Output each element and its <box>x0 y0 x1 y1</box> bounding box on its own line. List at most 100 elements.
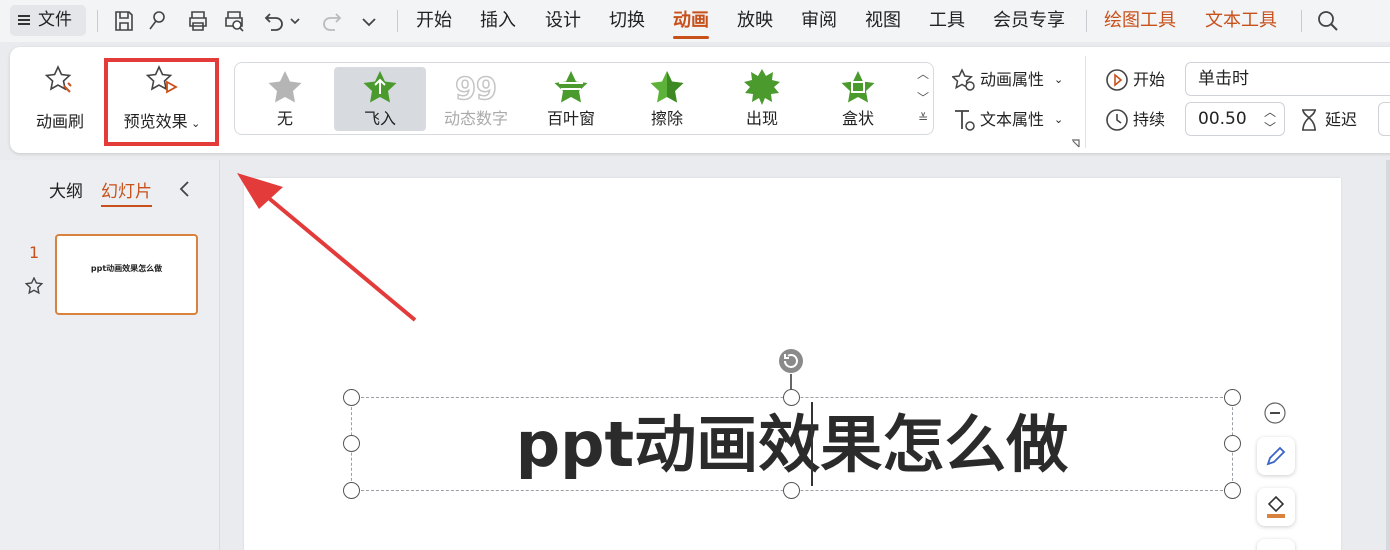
duration-label: 持续 <box>1133 110 1166 129</box>
undo-dropdown-icon[interactable] <box>288 9 302 33</box>
gallery-item-box[interactable]: 盒状 <box>812 67 904 131</box>
text-caret <box>811 402 813 486</box>
stepper-down-icon[interactable]: ﹀ <box>1264 112 1276 144</box>
collapse-panel-icon[interactable] <box>178 180 192 198</box>
tab-outline[interactable]: 大纲 <box>49 177 83 202</box>
gallery-label: 出现 <box>745 109 778 128</box>
tab-member[interactable]: 会员专享 <box>993 0 1065 42</box>
animation-gallery: 无 飞入 99 动态数字 百叶窗 擦除 出现 盒状 ︿ ﹀ ≚ <box>234 62 934 135</box>
gallery-item-blinds[interactable]: 百叶窗 <box>525 67 617 131</box>
print-preview-icon[interactable] <box>222 9 246 33</box>
divider <box>1301 10 1302 32</box>
text-properties-label: 文本属性 <box>980 110 1045 129</box>
file-menu-label: 文件 <box>38 10 72 30</box>
gallery-label: 百叶窗 <box>546 109 595 128</box>
tab-slideshow[interactable]: 放映 <box>737 0 773 42</box>
star-fly-in-icon <box>363 71 397 103</box>
gallery-label: 动态数字 <box>443 109 508 128</box>
tab-tools[interactable]: 工具 <box>929 0 965 42</box>
tab-insert[interactable]: 插入 <box>480 0 516 42</box>
resize-handle[interactable] <box>783 389 800 406</box>
tab-view[interactable]: 视图 <box>865 0 901 42</box>
star-box-icon <box>841 71 875 103</box>
star-gear-icon <box>952 68 975 91</box>
right-scrollbar[interactable] <box>1386 160 1390 550</box>
duration-value: 00.50 <box>1198 109 1247 129</box>
tab-drawing-tools[interactable]: 绘图工具 <box>1104 0 1176 42</box>
gallery-label: 盒状 <box>841 109 874 128</box>
divider <box>97 10 98 32</box>
tab-design[interactable]: 设计 <box>545 0 581 42</box>
star-blinds-icon <box>554 71 588 103</box>
tab-animation[interactable]: 动画 <box>673 0 709 42</box>
rotate-handle-icon[interactable] <box>777 347 805 375</box>
print-icon[interactable] <box>186 9 210 33</box>
start-select[interactable]: 单击时 <box>1185 62 1390 96</box>
hamburger-icon <box>18 14 30 26</box>
start-label: 开始 <box>1133 70 1166 89</box>
style-tool-button[interactable] <box>1257 437 1295 475</box>
gallery-scroll-up-icon[interactable]: ︿ <box>915 65 931 82</box>
tab-review[interactable]: 审阅 <box>801 0 837 42</box>
duration-label-group: 持续 <box>1105 107 1175 133</box>
gallery-item-wipe[interactable]: 擦除 <box>621 67 713 131</box>
gallery-label: 擦除 <box>650 109 683 128</box>
dynamic-number-icon: 99 <box>456 71 496 105</box>
hourglass-icon <box>1302 109 1316 131</box>
divider <box>1085 56 1086 148</box>
gallery-item-appear[interactable]: 出现 <box>716 67 808 131</box>
format-painter-icon[interactable] <box>145 9 169 33</box>
star-gray-icon <box>268 71 302 103</box>
thumbnail-title: ppt动画效果怎么做 <box>90 264 163 273</box>
tab-transition[interactable]: 切换 <box>609 0 645 42</box>
delay-label-group: 延迟 <box>1297 107 1377 133</box>
dialog-launcher-icon[interactable] <box>1071 139 1080 148</box>
duration-input[interactable]: 00.50 ︿ ﹀ <box>1185 102 1285 136</box>
more-tool-button[interactable] <box>1257 539 1295 550</box>
gallery-item-fly-in[interactable]: 飞入 <box>334 67 426 131</box>
chevron-down-icon: ⌄ <box>1054 73 1064 86</box>
gallery-expand-icon[interactable]: ≚ <box>915 111 931 125</box>
gallery-scroll-down-icon[interactable]: ﹀ <box>915 89 931 106</box>
animation-painter-button[interactable]: 动画刷 <box>22 64 98 132</box>
file-menu-button[interactable]: 文件 <box>10 5 86 36</box>
menu-bar: 文件 开始 插入 设计 切换 动画 放映 审阅 视图 工具 会员专享 绘图工具 … <box>0 0 1390 42</box>
tab-slides[interactable]: 幻灯片 <box>101 177 152 207</box>
undo-icon[interactable] <box>262 9 286 33</box>
text-gear-icon <box>955 110 975 131</box>
gallery-label: 无 <box>276 109 293 128</box>
resize-handle[interactable] <box>343 389 360 406</box>
fill-tool-button[interactable] <box>1257 488 1295 526</box>
rotate-handle-line <box>790 374 792 390</box>
gallery-item-dynamic-number[interactable]: 99 动态数字 <box>430 67 522 131</box>
slide-thumbnail[interactable]: ppt动画效果怎么做 <box>55 234 198 315</box>
divider <box>397 10 398 32</box>
chevron-down-icon: ⌄ <box>1054 113 1064 126</box>
animation-star-icon <box>25 277 43 295</box>
paint-bucket-icon <box>1267 495 1285 518</box>
divider <box>1086 10 1087 32</box>
text-properties-button[interactable]: 文本属性 ⌄ <box>952 107 1072 133</box>
resize-handle[interactable] <box>1224 389 1241 406</box>
delay-input[interactable] <box>1378 102 1390 136</box>
play-circle-icon <box>1106 69 1128 91</box>
tab-home[interactable]: 开始 <box>416 0 452 42</box>
gallery-item-none[interactable]: 无 <box>239 67 331 131</box>
slide-title[interactable]: ppt动画效果怎么做 <box>351 405 1233 485</box>
minus-circle-icon[interactable] <box>1264 402 1286 424</box>
animation-painter-icon <box>44 65 72 93</box>
svg-text:99: 99 <box>456 72 496 105</box>
tab-text-tools[interactable]: 文本工具 <box>1205 0 1277 42</box>
animation-properties-button[interactable]: 动画属性 ⌄ <box>952 67 1072 93</box>
redo-icon[interactable] <box>320 9 344 33</box>
delay-label: 延迟 <box>1325 110 1358 129</box>
pen-icon <box>1266 446 1286 466</box>
star-appear-icon <box>744 69 780 105</box>
slide-panel: 大纲 幻灯片 1 ppt动画效果怎么做 <box>0 160 220 550</box>
slide-number: 1 <box>29 243 40 262</box>
animation-painter-label: 动画刷 <box>35 112 84 131</box>
save-icon[interactable] <box>112 9 136 33</box>
search-icon[interactable] <box>1316 9 1340 33</box>
start-label-group: 开始 <box>1105 67 1175 93</box>
more-icon[interactable] <box>357 9 381 33</box>
